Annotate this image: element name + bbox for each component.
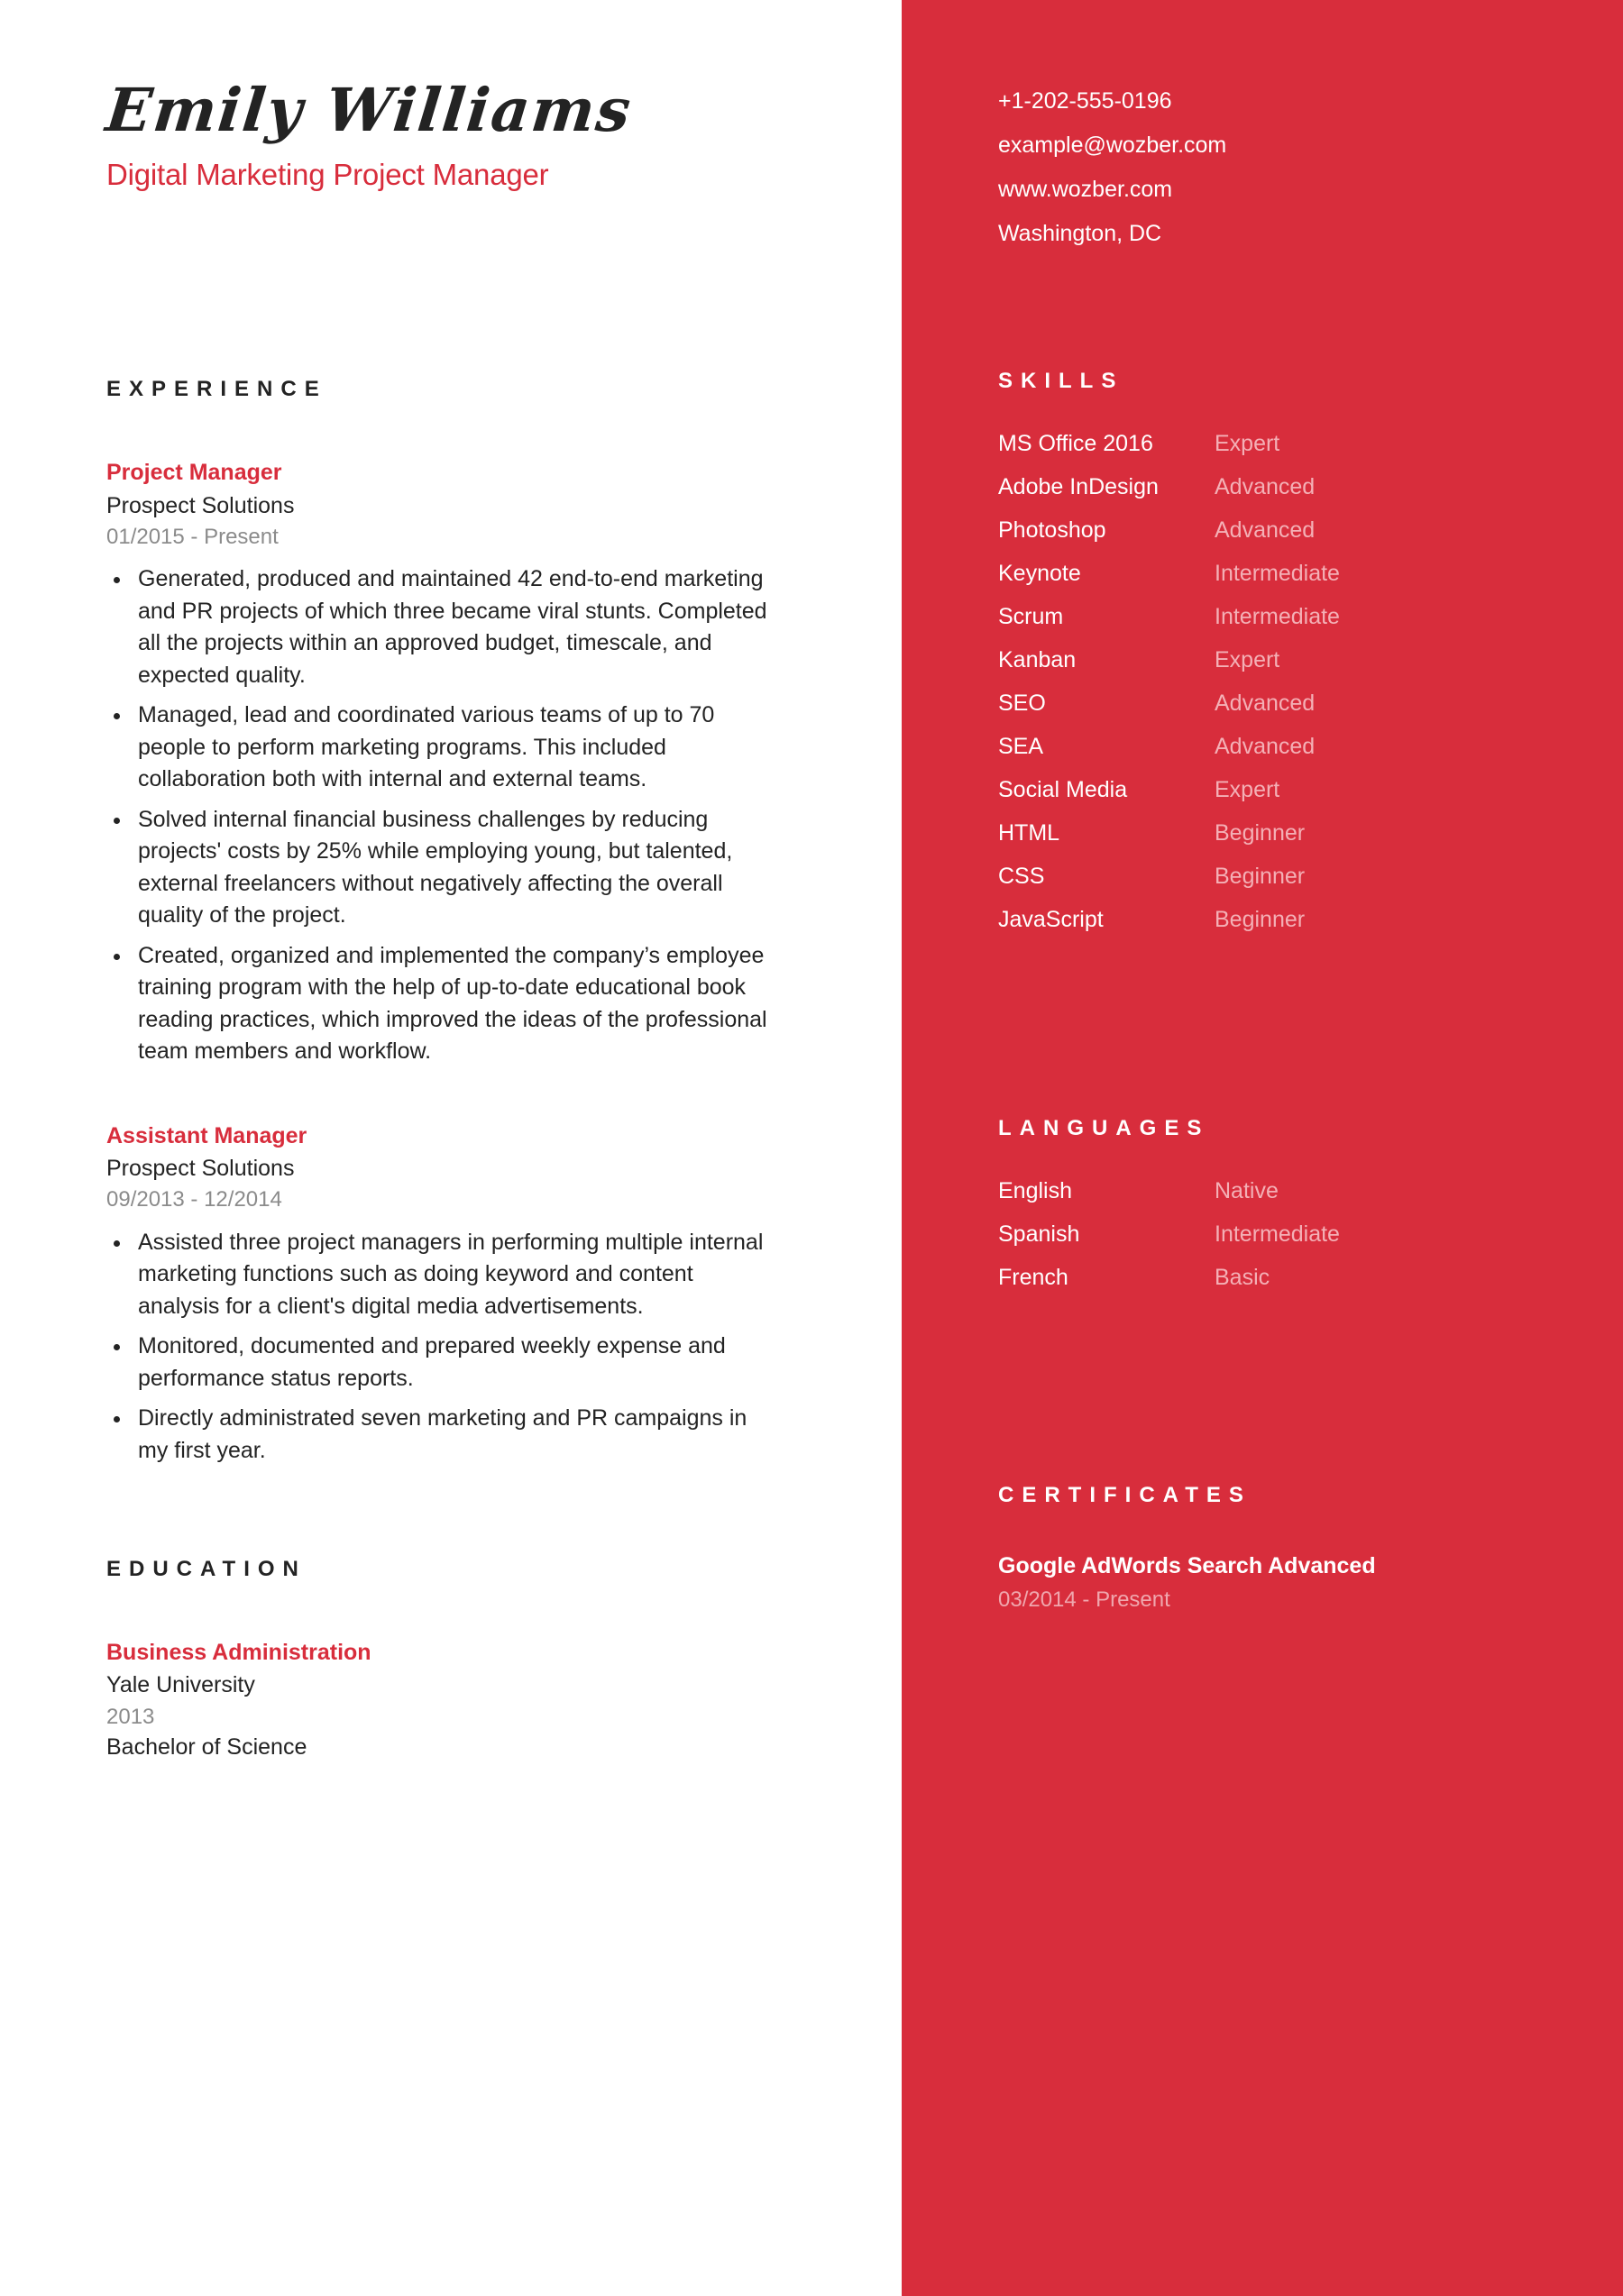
- skill-row: MS Office 2016 Expert: [998, 433, 1569, 455]
- right-column: +1-202-555-0196 example@wozber.com www.w…: [902, 0, 1623, 2296]
- skill-row: Keynote Intermediate: [998, 563, 1569, 585]
- experience-bullet-list: Assisted three project managers in perfo…: [106, 1227, 780, 1468]
- certificate-entry: Google AdWords Search Advanced 03/2014 - …: [998, 1551, 1569, 1614]
- skill-level: Expert: [1215, 647, 1280, 672]
- experience-entry: Assistant Manager Prospect Solutions 09/20…: [106, 1122, 780, 1467]
- skill-row: HTML Beginner: [998, 822, 1569, 845]
- experience-entry-organization: Prospect Solutions: [106, 1155, 295, 1181]
- skill-name: HTML: [998, 820, 1060, 846]
- skill-row: Social Media Expert: [998, 779, 1569, 801]
- skill-row: SEA Advanced: [998, 736, 1569, 758]
- skill-row: Kanban Expert: [998, 649, 1569, 672]
- skill-row: CSS Beginner: [998, 865, 1569, 888]
- experience-bullet-list: Generated, produced and maintained 42 en…: [106, 563, 780, 1068]
- skill-name: Kanban: [998, 647, 1077, 672]
- language-name: English: [998, 1178, 1072, 1203]
- contact-website[interactable]: www.wozber.com: [998, 178, 1569, 201]
- candidate-job-title: Digital Marketing Project Manager: [106, 158, 549, 192]
- language-name: Spanish: [998, 1221, 1080, 1247]
- certificates-list: Google AdWords Search Advanced 03/2014 - …: [998, 1551, 1569, 1614]
- language-row: French Basic: [998, 1267, 1569, 1289]
- education-entry-dates: 2013: [106, 1704, 155, 1729]
- skill-row: Scrum Intermediate: [998, 606, 1569, 628]
- skill-level: Beginner: [1215, 820, 1306, 846]
- languages-section: LANGUAGES English Native Spanish Intermedia…: [998, 1116, 1569, 1289]
- contact-email[interactable]: example@wozber.com: [998, 134, 1569, 157]
- skill-level: Advanced: [1215, 474, 1316, 499]
- skill-level: Intermediate: [1215, 561, 1340, 586]
- skill-level: Beginner: [1215, 864, 1306, 889]
- skill-name: SEA: [998, 734, 1044, 759]
- experience-entry-title: Assistant Manager: [106, 1122, 307, 1148]
- skill-level: Advanced: [1215, 734, 1316, 759]
- candidate-name: Emily Williams: [102, 75, 636, 145]
- education-entry-title: Business Administration: [106, 1640, 371, 1666]
- experience-heading: EXPERIENCE: [106, 377, 327, 402]
- languages-list: English Native Spanish Intermediate French Ba…: [998, 1180, 1569, 1289]
- language-level: Native: [1215, 1178, 1279, 1203]
- experience-bullet: Monitored, documented and prepared weekl…: [106, 1331, 780, 1395]
- certificates-heading: CERTIFICATES: [998, 1483, 1252, 1507]
- experience-bullet: Directly administrated seven marketing a…: [106, 1403, 780, 1467]
- experience-entry: Project Manager Prospect Solutions 01/2015…: [106, 459, 780, 1067]
- skill-name: Keynote: [998, 561, 1081, 586]
- experience-bullet: Managed, lead and coordinated various te…: [106, 700, 780, 796]
- experience-entry-title: Project Manager: [106, 460, 282, 486]
- skill-level: Beginner: [1215, 907, 1306, 932]
- language-row: English Native: [998, 1180, 1569, 1203]
- contact-block: +1-202-555-0196 example@wozber.com www.w…: [998, 90, 1569, 245]
- skill-name: Photoshop: [998, 517, 1106, 543]
- contact-location: Washington, DC: [998, 221, 1162, 246]
- skill-name: Scrum: [998, 604, 1064, 629]
- skill-row: Photoshop Advanced: [998, 519, 1569, 542]
- skill-name: SEO: [998, 691, 1046, 716]
- skills-section: SKILLS MS Office 2016 Expert Adobe InDesig…: [998, 369, 1569, 931]
- skill-level: Advanced: [1215, 691, 1316, 716]
- skill-level: Expert: [1215, 777, 1280, 802]
- experience-bullet: Generated, produced and maintained 42 en…: [106, 563, 780, 691]
- resume-page: Emily Williams Digital Marketing Project…: [0, 0, 1623, 2296]
- skill-row: SEO Advanced: [998, 692, 1569, 715]
- skill-level: Advanced: [1215, 517, 1316, 543]
- skills-list: MS Office 2016 Expert Adobe InDesign Advanc…: [998, 433, 1569, 931]
- certificate-dates: 03/2014 - Present: [998, 1587, 1170, 1612]
- left-column: Emily Williams Digital Marketing Project…: [0, 0, 902, 2296]
- experience-list: Project Manager Prospect Solutions 01/2015…: [106, 459, 780, 1467]
- language-row: Spanish Intermediate: [998, 1223, 1569, 1246]
- education-list: Business Administration Yale University 20…: [106, 1639, 780, 1761]
- education-heading: EDUCATION: [106, 1557, 307, 1582]
- experience-entry-dates: 09/2013 - 12/2014: [106, 1187, 282, 1212]
- skill-name: JavaScript: [998, 907, 1104, 932]
- education-entry-organization: Yale University: [106, 1672, 255, 1698]
- language-name: French: [998, 1265, 1068, 1290]
- skills-heading: SKILLS: [998, 369, 1124, 393]
- languages-heading: LANGUAGES: [998, 1116, 1210, 1140]
- education-section: EDUCATION Business Administration Yale Un…: [106, 1557, 780, 1761]
- skill-name: Adobe InDesign: [998, 474, 1159, 499]
- education-entry-degree: Bachelor of Science: [106, 1734, 307, 1761]
- experience-entry-dates: 01/2015 - Present: [106, 525, 279, 550]
- skill-name: CSS: [998, 864, 1045, 889]
- skill-level: Expert: [1215, 431, 1280, 456]
- skill-level: Intermediate: [1215, 604, 1340, 629]
- experience-bullet: Created, organized and implemented the c…: [106, 940, 780, 1068]
- language-level: Intermediate: [1215, 1221, 1340, 1247]
- language-level: Basic: [1215, 1265, 1270, 1290]
- skill-row: JavaScript Beginner: [998, 909, 1569, 931]
- experience-section: EXPERIENCE Project Manager Prospect Solut…: [106, 377, 780, 1467]
- experience-bullet: Assisted three project managers in perfo…: [106, 1227, 780, 1323]
- skill-row: Adobe InDesign Advanced: [998, 476, 1569, 499]
- experience-entry-organization: Prospect Solutions: [106, 492, 295, 518]
- skill-name: Social Media: [998, 777, 1128, 802]
- certificate-title: Google AdWords Search Advanced: [998, 1553, 1376, 1578]
- education-entry: Business Administration Yale University 20…: [106, 1639, 780, 1761]
- experience-bullet: Solved internal financial business chall…: [106, 804, 780, 932]
- skill-name: MS Office 2016: [998, 431, 1153, 456]
- contact-phone[interactable]: +1-202-555-0196: [998, 90, 1569, 113]
- certificates-section: CERTIFICATES Google AdWords Search Advan…: [998, 1483, 1569, 1614]
